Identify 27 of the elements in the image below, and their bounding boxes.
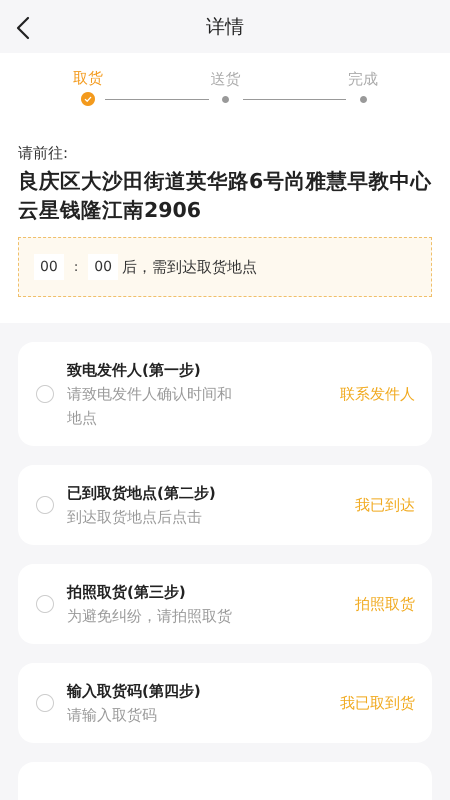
task-title: 已到取货地点(第二步) (67, 483, 217, 504)
task-radio[interactable] (36, 496, 54, 514)
task-action-button[interactable]: 联系发件人 (340, 384, 415, 404)
back-icon[interactable] (14, 14, 32, 42)
task-radio[interactable] (36, 694, 54, 712)
task-hint: 请致电发件人确认时间和地点 (67, 384, 233, 429)
task-title: 拍照取货(第三步) (67, 582, 187, 603)
task-radio[interactable] (36, 595, 54, 613)
task-hint: 到达取货地点后点击 (67, 507, 203, 528)
time-separator: : (74, 260, 78, 274)
task-radio[interactable] (36, 385, 54, 403)
task-action-button[interactable]: 我已取到货 (340, 694, 415, 712)
task-title: 致电发件人(第一步) (67, 360, 202, 381)
hours-value: 00 (34, 254, 64, 280)
task-hint: 为避免纠纷，请拍照取货 (67, 606, 233, 627)
progress-step-label: 完成 (348, 70, 378, 89)
destination-address: 良庆区大沙田街道英华路6号尚雅慧早教中心云星钱隆江南2906 (18, 168, 432, 224)
progress-step-label: 取货 (73, 69, 103, 88)
task-title: 输入取货码(第四步) (67, 681, 202, 702)
task-action-button[interactable]: 拍照取货 (355, 594, 415, 614)
progress-step-label: 送货 (210, 70, 240, 89)
task-hint: 请输入取货码 (67, 705, 158, 726)
minutes-value: 00 (88, 254, 118, 280)
countdown-message: 后，需到达取货地点 (122, 258, 258, 276)
page-title: 详情 (206, 14, 244, 40)
task-action-button[interactable]: 我已到达 (355, 496, 415, 514)
destination-label: 请前往: (18, 144, 70, 163)
